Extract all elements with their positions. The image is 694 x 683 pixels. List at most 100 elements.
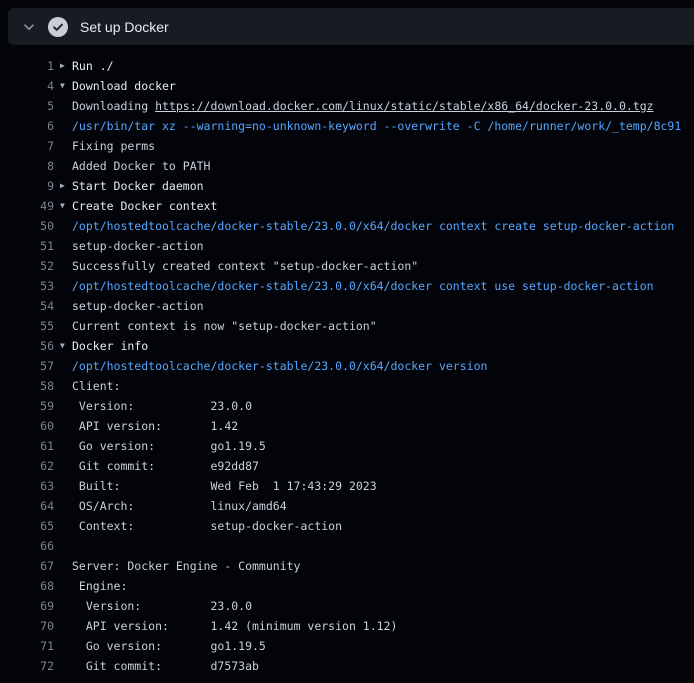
- line-number[interactable]: 5: [8, 96, 54, 116]
- caret-down-icon[interactable]: ▼: [60, 336, 72, 356]
- line-number[interactable]: 52: [8, 256, 54, 276]
- log-row: 50/opt/hostedtoolcache/docker-stable/23.…: [0, 216, 694, 236]
- caret-right-icon[interactable]: ▶: [60, 56, 72, 76]
- line-number[interactable]: 50: [8, 216, 54, 236]
- caret-spacer: [60, 436, 72, 456]
- log-text: OS/Arch: linux/amd64: [72, 496, 287, 516]
- check-circle-icon: [48, 17, 68, 37]
- caret-spacer: [60, 256, 72, 276]
- log-text: setup-docker-action: [72, 236, 204, 256]
- log-text: setup-docker-action: [72, 296, 204, 316]
- log-row: 62 Git commit: e92dd87: [0, 456, 694, 476]
- log-command-text: /opt/hostedtoolcache/docker-stable/23.0.…: [72, 216, 674, 236]
- caret-spacer: [60, 376, 72, 396]
- line-number[interactable]: 59: [8, 396, 54, 416]
- line-number[interactable]: 54: [8, 296, 54, 316]
- log-row: 71 Go version: go1.19.5: [0, 636, 694, 656]
- log-text: Engine:: [72, 576, 127, 596]
- log-group-row[interactable]: 1 ▶Run ./: [0, 56, 694, 76]
- caret-spacer: [60, 576, 72, 596]
- group-title: Docker info: [72, 336, 148, 356]
- caret-spacer: [60, 216, 72, 236]
- log-text: API version: 1.42 (minimum version 1.12): [72, 616, 397, 636]
- log-group-row[interactable]: 9▶Start Docker daemon: [0, 176, 694, 196]
- caret-spacer: [60, 96, 72, 116]
- group-title: Run ./: [72, 56, 114, 76]
- line-number[interactable]: 55: [8, 316, 54, 336]
- caret-spacer: [60, 656, 72, 676]
- log-row: 61 Go version: go1.19.5: [0, 436, 694, 456]
- log-text: Server: Docker Engine - Community: [72, 556, 300, 576]
- caret-spacer: [60, 596, 72, 616]
- log-row: 8 Added Docker to PATH: [0, 156, 694, 176]
- step-header[interactable]: Set up Docker: [8, 8, 694, 45]
- line-number[interactable]: 70: [8, 616, 54, 636]
- log-text: Git commit: d7573ab: [72, 656, 259, 676]
- line-number[interactable]: 62: [8, 456, 54, 476]
- caret-spacer: [60, 396, 72, 416]
- log-row: 70 API version: 1.42 (minimum version 1.…: [0, 616, 694, 636]
- chevron-down-icon[interactable]: [21, 19, 37, 35]
- line-number[interactable]: 65: [8, 516, 54, 536]
- line-number[interactable]: 63: [8, 476, 54, 496]
- log-link[interactable]: https://download.docker.com/linux/static…: [155, 99, 654, 113]
- log-group-row[interactable]: 49 ▼Create Docker context: [0, 196, 694, 216]
- line-number[interactable]: 7: [8, 136, 54, 156]
- line-number[interactable]: 6: [8, 116, 54, 136]
- log-text: Context: setup-docker-action: [72, 516, 342, 536]
- line-number[interactable]: 1: [8, 56, 54, 76]
- line-number[interactable]: 67: [8, 556, 54, 576]
- line-number[interactable]: 58: [8, 376, 54, 396]
- line-number[interactable]: 68: [8, 576, 54, 596]
- caret-spacer: [60, 356, 72, 376]
- group-title: Download docker: [72, 76, 176, 96]
- log-text: Successfully created context "setup-dock…: [72, 256, 418, 276]
- log-row: 7 Fixing perms: [0, 136, 694, 156]
- line-number[interactable]: 4: [8, 76, 54, 96]
- line-number[interactable]: 9: [8, 176, 54, 196]
- log-group-row[interactable]: 4 ▼Download docker: [0, 76, 694, 96]
- caret-right-icon[interactable]: ▶: [60, 176, 72, 196]
- line-number[interactable]: 71: [8, 636, 54, 656]
- line-number[interactable]: 66: [8, 536, 54, 556]
- line-number[interactable]: 51: [8, 236, 54, 256]
- line-number[interactable]: 72: [8, 656, 54, 676]
- step-title: Set up Docker: [80, 19, 169, 35]
- line-number[interactable]: 49: [8, 196, 54, 216]
- log-text: Downloading: [72, 99, 155, 113]
- log-row: 58Client:: [0, 376, 694, 396]
- log-row: 5 Downloading https://download.docker.com…: [0, 96, 694, 116]
- log-text: Go version: go1.19.5: [72, 436, 266, 456]
- line-number[interactable]: 61: [8, 436, 54, 456]
- log-text: Added Docker to PATH: [72, 156, 210, 176]
- log-row: 67 Server: Docker Engine - Community: [0, 556, 694, 576]
- line-number[interactable]: 69: [8, 596, 54, 616]
- group-title: Create Docker context: [72, 196, 217, 216]
- log-group-row[interactable]: 56 ▼Docker info: [0, 336, 694, 356]
- caret-spacer: [60, 616, 72, 636]
- log-text: API version: 1.42: [72, 416, 238, 436]
- log-row: 72 Git commit: d7573ab: [0, 656, 694, 676]
- log-command-text: /opt/hostedtoolcache/docker-stable/23.0.…: [72, 276, 654, 296]
- line-number[interactable]: 57: [8, 356, 54, 376]
- caret-down-icon[interactable]: ▼: [60, 76, 72, 96]
- log-row: 60 API version: 1.42: [0, 416, 694, 436]
- log-text: Downloading https://download.docker.com/…: [72, 96, 654, 116]
- log-row: 59 Version: 23.0.0: [0, 396, 694, 416]
- log-text: Current context is now "setup-docker-act…: [72, 316, 377, 336]
- caret-spacer: [60, 316, 72, 336]
- line-number[interactable]: 64: [8, 496, 54, 516]
- line-number[interactable]: 53: [8, 276, 54, 296]
- log-row: 63 Built: Wed Feb 1 17:43:29 2023: [0, 476, 694, 496]
- log-row: 53/opt/hostedtoolcache/docker-stable/23.…: [0, 276, 694, 296]
- line-number[interactable]: 8: [8, 156, 54, 176]
- caret-spacer: [60, 476, 72, 496]
- caret-spacer: [60, 556, 72, 576]
- log-row: 69 Version: 23.0.0: [0, 596, 694, 616]
- log-row: 65 Context: setup-docker-action: [0, 516, 694, 536]
- line-number[interactable]: 60: [8, 416, 54, 436]
- log-command-text: /opt/hostedtoolcache/docker-stable/23.0.…: [72, 356, 487, 376]
- log-text: Fixing perms: [72, 136, 155, 156]
- line-number[interactable]: 56: [8, 336, 54, 356]
- caret-down-icon[interactable]: ▼: [60, 196, 72, 216]
